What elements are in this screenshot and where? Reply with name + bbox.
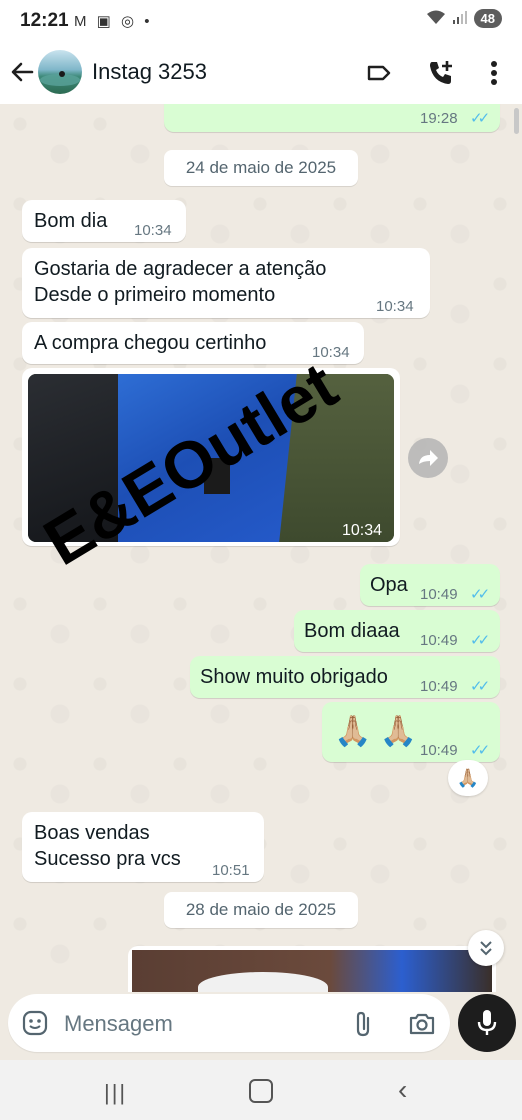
recent-apps-icon[interactable]: ||| (104, 1080, 127, 1106)
message-text: Show muito obrigado (200, 666, 388, 688)
read-ticks-icon: ✓✓ (470, 678, 490, 695)
home-icon[interactable] (249, 1079, 273, 1103)
message-time: 10:34 (376, 298, 414, 315)
message-outgoing[interactable]: Opa 10:49 ✓✓ (360, 564, 500, 606)
label-icon[interactable] (366, 60, 392, 86)
signal-icon (452, 9, 468, 28)
message-text: A compra chegou certinho (34, 332, 267, 354)
status-bar: 12:21 M ▣ ◎ • 48 (0, 0, 522, 44)
contact-name[interactable]: Instag 3253 (92, 59, 207, 85)
add-call-icon[interactable] (426, 58, 456, 88)
date-separator: 24 de maio de 2025 (164, 150, 358, 186)
message-outgoing[interactable]: Show muito obrigado 10:49 ✓✓ (190, 656, 500, 698)
message-time: 10:51 (212, 862, 250, 879)
date-separator: 28 de maio de 2025 (164, 892, 358, 928)
chevron-double-down-icon[interactable] (468, 930, 504, 966)
message-input[interactable] (62, 1008, 326, 1040)
read-ticks-icon: ✓✓ (470, 632, 490, 649)
message-time: 10:34 (342, 522, 383, 539)
message-text-line2: Desde o primeiro momento (34, 284, 276, 306)
nav-back-icon[interactable]: ‹ (398, 1074, 407, 1106)
scrollbar[interactable] (514, 108, 519, 134)
praying-hands-emoji: 🙏🏼 🙏🏼 (334, 715, 418, 748)
sticker-icon[interactable] (22, 1010, 48, 1036)
message-time: 10:34 (134, 222, 172, 239)
message-time: 10:49 (420, 632, 458, 649)
back-arrow-icon[interactable] (8, 58, 36, 86)
message-time: 10:49 (420, 678, 458, 695)
message-incoming[interactable]: Bom dia 10:34 (22, 200, 186, 242)
forward-icon[interactable] (408, 438, 448, 478)
message-time: 10:49 (420, 586, 458, 603)
notification-icons: M ▣ ◎ • (74, 13, 153, 30)
message-time: 19:28 (420, 110, 458, 127)
message-reaction[interactable]: 🙏🏼 (448, 760, 488, 796)
message-incoming[interactable]: Boas vendas Sucesso pra vcs 10:51 (22, 812, 264, 882)
chat-header: Instag 3253 (0, 44, 522, 104)
system-nav-bar: ||| ‹ (0, 1060, 522, 1120)
camera-icon[interactable] (408, 1010, 436, 1036)
wifi-icon (426, 9, 446, 28)
message-text: Opa (370, 574, 408, 596)
message-text: Bom diaaa (304, 620, 400, 642)
status-time: 12:21 (20, 10, 69, 31)
more-vert-icon[interactable] (484, 58, 504, 88)
attach-icon[interactable] (350, 1010, 376, 1038)
battery-icon: 48 (473, 9, 502, 28)
message-text: Bom dia (34, 210, 108, 232)
message-text-line2: Sucesso pra vcs (34, 848, 181, 870)
message-outgoing[interactable]: Bom diaaa 10:49 ✓✓ (294, 610, 500, 652)
message-text-line1: Boas vendas (34, 822, 150, 844)
chat-area[interactable]: 19:28 ✓✓ 24 de maio de 2025 Bom dia 10:3… (0, 104, 522, 992)
message-incoming[interactable]: Gostaria de agradecer a atenção Desde o … (22, 248, 430, 318)
message-image-partial[interactable] (128, 946, 496, 992)
avatar[interactable] (38, 50, 82, 94)
message-time: 10:49 (420, 742, 458, 759)
message-composer (8, 994, 450, 1052)
read-ticks-icon: ✓✓ (470, 586, 490, 603)
message-text-line1: Gostaria de agradecer a atenção (34, 258, 327, 280)
mic-button[interactable] (458, 994, 516, 1052)
mic-icon (477, 1010, 497, 1035)
message-outgoing-partial[interactable]: 19:28 ✓✓ (164, 104, 500, 132)
message-outgoing-emoji[interactable]: 🙏🏼 🙏🏼 10:49 ✓✓ (322, 702, 500, 762)
read-ticks-icon: ✓✓ (470, 110, 490, 127)
status-right: 48 (426, 9, 502, 28)
